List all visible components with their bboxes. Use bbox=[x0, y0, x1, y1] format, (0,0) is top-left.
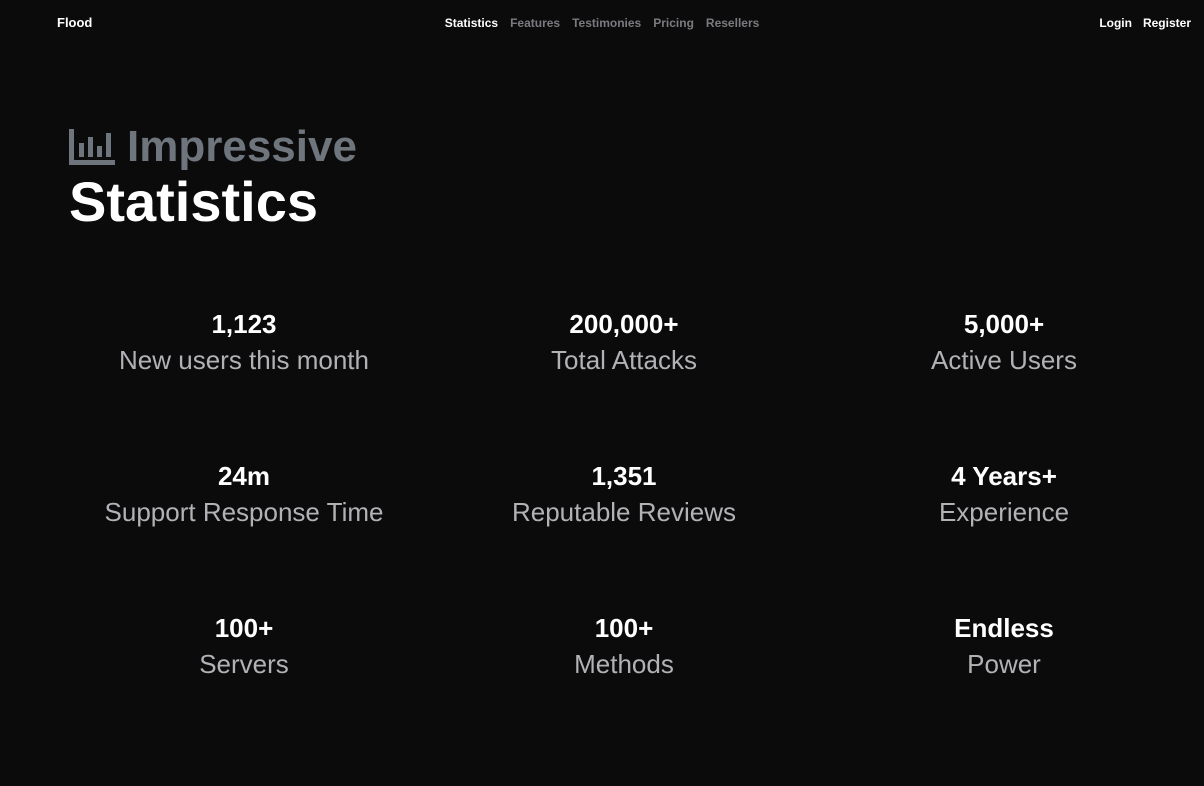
nav-link-testimonies[interactable]: Testimonies bbox=[572, 16, 641, 30]
auth-nav: Login Register bbox=[1099, 16, 1191, 30]
bar-chart-icon bbox=[69, 129, 115, 165]
main-nav: Statistics Features Testimonies Pricing … bbox=[0, 16, 1204, 30]
stat-active-users: 5,000+ Active Users bbox=[814, 308, 1194, 460]
stat-value: Endless bbox=[954, 613, 1054, 643]
stat-label: Reputable Reviews bbox=[511, 497, 736, 527]
stats-grid: 1,123 New users this month 200,000+ Tota… bbox=[54, 308, 1194, 764]
nav-link-resellers[interactable]: Resellers bbox=[706, 16, 759, 30]
page-title: Statistics bbox=[69, 170, 318, 233]
stat-label: Servers bbox=[199, 649, 289, 679]
nav-link-pricing[interactable]: Pricing bbox=[653, 16, 694, 30]
stat-new-users: 1,123 New users this month bbox=[54, 308, 434, 460]
statistics-heading: Impressive Statistics bbox=[69, 122, 357, 234]
stat-label: Active Users bbox=[931, 345, 1077, 375]
stat-value: 5,000+ bbox=[963, 309, 1045, 339]
nav-link-features[interactable]: Features bbox=[510, 16, 560, 30]
stat-power: Endless Power bbox=[814, 612, 1194, 764]
heading-subtitle-row: Impressive bbox=[69, 122, 357, 172]
stat-value: 4 Years+ bbox=[951, 461, 1057, 491]
page: Flood Statistics Features Testimonies Pr… bbox=[0, 0, 1204, 786]
heading-subtitle: Impressive bbox=[127, 122, 357, 171]
stat-label: New users this month bbox=[119, 345, 369, 375]
stat-support-response: 24m Support Response Time bbox=[54, 460, 434, 612]
login-link[interactable]: Login bbox=[1099, 16, 1132, 30]
stat-value: 1,123 bbox=[211, 309, 277, 339]
stat-label: Power bbox=[967, 649, 1041, 679]
stat-reviews: 1,351 Reputable Reviews bbox=[434, 460, 814, 612]
stat-label: Experience bbox=[938, 497, 1070, 527]
stat-total-attacks: 200,000+ Total Attacks bbox=[434, 308, 814, 460]
nav-link-statistics[interactable]: Statistics bbox=[445, 16, 498, 30]
stat-label: Methods bbox=[574, 649, 674, 679]
stat-label: Total Attacks bbox=[551, 345, 697, 375]
stat-methods: 100+ Methods bbox=[434, 612, 814, 764]
stat-value: 1,351 bbox=[591, 461, 657, 491]
stat-label: Support Response Time bbox=[104, 497, 384, 527]
register-link[interactable]: Register bbox=[1143, 16, 1191, 30]
stat-value: 24m bbox=[217, 461, 271, 491]
stat-value: 200,000+ bbox=[569, 309, 679, 339]
stat-servers: 100+ Servers bbox=[54, 612, 434, 764]
stat-value: 100+ bbox=[214, 613, 274, 643]
stat-value: 100+ bbox=[594, 613, 654, 643]
stat-experience: 4 Years+ Experience bbox=[814, 460, 1194, 612]
